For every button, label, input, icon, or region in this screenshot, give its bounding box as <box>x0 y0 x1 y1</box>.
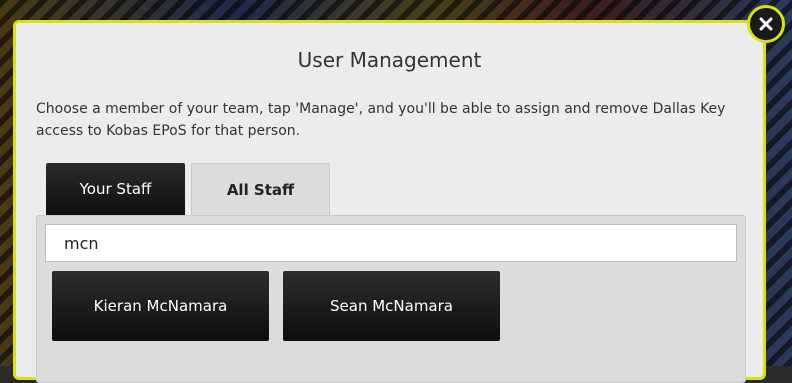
user-management-modal: User Management Choose a member of your … <box>13 20 766 383</box>
search-input[interactable] <box>45 224 737 262</box>
close-icon <box>759 17 773 31</box>
staff-button-sean-mcnamara[interactable]: Sean McNamara <box>283 271 500 341</box>
staff-panel: Kieran McNamara Sean McNamara <box>36 215 746 383</box>
staff-button-kieran-mcnamara[interactable]: Kieran McNamara <box>52 271 269 341</box>
tab-all-staff[interactable]: All Staff <box>191 163 330 216</box>
tab-your-staff[interactable]: Your Staff <box>46 163 185 215</box>
close-button[interactable] <box>747 5 785 43</box>
intro-text: Choose a member of your team, tap 'Manag… <box>36 101 726 139</box>
page-title: User Management <box>297 48 482 72</box>
